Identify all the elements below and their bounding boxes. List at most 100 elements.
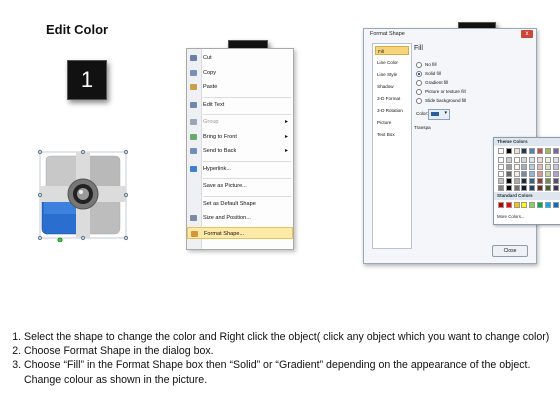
theme-color-swatch[interactable] bbox=[505, 164, 512, 170]
theme-color-swatch[interactable] bbox=[498, 157, 504, 163]
menu-item-format-shape[interactable]: Format Shape... bbox=[187, 226, 293, 239]
theme-color-swatch[interactable] bbox=[513, 157, 520, 163]
theme-color-swatch[interactable] bbox=[513, 185, 520, 191]
chevron-right-icon: ▸ bbox=[284, 148, 288, 154]
theme-color-swatch[interactable] bbox=[552, 157, 559, 163]
theme-color-swatch[interactable] bbox=[544, 185, 551, 191]
theme-color-swatch[interactable] bbox=[521, 164, 528, 170]
theme-color-swatch[interactable] bbox=[544, 178, 551, 184]
standard-color-swatch[interactable] bbox=[505, 202, 512, 208]
theme-color-swatch[interactable] bbox=[537, 164, 543, 170]
dialog-close-icon[interactable]: x bbox=[521, 30, 533, 38]
fill-option-label: Solid fill bbox=[425, 71, 441, 76]
sidebar-item-3-d-format[interactable]: 3-D Format bbox=[375, 94, 409, 103]
bring-front-icon bbox=[190, 133, 197, 140]
color-picker-button[interactable]: ▾ bbox=[428, 109, 450, 120]
sidebar-item-line-style[interactable]: Line Style bbox=[375, 70, 409, 79]
sidebar-item-3-d-rotation[interactable]: 3-D Rotation bbox=[375, 106, 409, 115]
sidebar-item-shadow[interactable]: Shadow bbox=[375, 82, 409, 91]
theme-color-swatch[interactable] bbox=[513, 178, 520, 184]
menu-item-bring-to-front[interactable]: Bring to Front ▸ bbox=[187, 131, 293, 143]
theme-color-swatch[interactable] bbox=[505, 157, 512, 163]
chevron-down-icon: ▾ bbox=[444, 110, 447, 116]
menu-item-label: Cut bbox=[203, 55, 212, 61]
selected-shape-graphic[interactable] bbox=[36, 148, 130, 243]
menu-item-edit-text[interactable]: Edit Text bbox=[187, 99, 293, 111]
menu-item-save-as-picture[interactable]: Save as Picture... bbox=[187, 180, 293, 192]
theme-color-swatch[interactable] bbox=[529, 171, 536, 177]
theme-color-swatch[interactable] bbox=[552, 171, 559, 177]
standard-color-swatch[interactable] bbox=[537, 202, 543, 208]
size-icon bbox=[190, 215, 197, 221]
theme-color-swatch[interactable] bbox=[505, 148, 512, 154]
theme-color-swatch[interactable] bbox=[552, 148, 559, 154]
menu-item-paste[interactable]: Paste bbox=[187, 81, 293, 93]
theme-color-swatch[interactable] bbox=[529, 178, 536, 184]
fill-option-no-fill[interactable]: No fill bbox=[416, 61, 437, 69]
theme-color-swatch[interactable] bbox=[537, 171, 543, 177]
more-colors-link[interactable]: More Colors... bbox=[497, 214, 525, 219]
theme-color-swatch[interactable] bbox=[544, 157, 551, 163]
theme-color-swatch[interactable] bbox=[529, 157, 536, 163]
theme-color-swatch[interactable] bbox=[521, 148, 528, 154]
fill-option-label: Picture or texture fill bbox=[425, 89, 466, 94]
theme-color-swatch[interactable] bbox=[513, 164, 520, 170]
theme-color-swatch[interactable] bbox=[544, 164, 551, 170]
theme-color-swatch[interactable] bbox=[498, 148, 504, 154]
theme-color-swatch[interactable] bbox=[529, 164, 536, 170]
standard-color-swatch[interactable] bbox=[521, 202, 528, 208]
sidebar-item-fill[interactable]: Fill bbox=[375, 46, 409, 55]
theme-color-swatch[interactable] bbox=[505, 171, 512, 177]
theme-color-swatch[interactable] bbox=[498, 171, 504, 177]
theme-color-swatch[interactable] bbox=[521, 157, 528, 163]
theme-color-swatch[interactable] bbox=[513, 171, 520, 177]
menu-item-size-and-position[interactable]: Size and Position... bbox=[187, 212, 293, 224]
theme-color-swatch[interactable] bbox=[498, 178, 504, 184]
theme-color-swatch[interactable] bbox=[521, 178, 528, 184]
standard-color-swatch[interactable] bbox=[529, 202, 536, 208]
theme-color-swatch[interactable] bbox=[552, 178, 559, 184]
instruction-step: Select the shape to change the color and… bbox=[24, 330, 556, 344]
theme-color-swatch[interactable] bbox=[552, 185, 559, 191]
theme-color-swatch[interactable] bbox=[498, 185, 504, 191]
menu-item-hyperlink[interactable]: Hyperlink... bbox=[187, 163, 293, 175]
sidebar-item-text-box[interactable]: Text Box bbox=[375, 130, 409, 139]
menu-item-send-to-back[interactable]: Send to Back ▸ bbox=[187, 145, 293, 157]
theme-color-swatch[interactable] bbox=[521, 171, 528, 177]
format-shape-dialog: Format Shape x Fill Line Color Line Style S… bbox=[363, 28, 560, 264]
sidebar-item-line-color[interactable]: Line Color bbox=[375, 58, 409, 67]
standard-color-swatch[interactable] bbox=[544, 202, 551, 208]
theme-color-swatch[interactable] bbox=[544, 171, 551, 177]
theme-color-swatch[interactable] bbox=[552, 164, 559, 170]
theme-color-swatch[interactable] bbox=[537, 148, 543, 154]
theme-color-swatch[interactable] bbox=[537, 157, 543, 163]
theme-color-swatch[interactable] bbox=[544, 148, 551, 154]
fill-option-slide-background-fill[interactable]: Slide background fill bbox=[416, 97, 466, 105]
fill-option-picture-or-texture-fill[interactable]: Picture or texture fill bbox=[416, 88, 466, 96]
standard-color-swatch[interactable] bbox=[498, 202, 504, 208]
paint-bucket-icon bbox=[431, 112, 439, 116]
menu-item-group[interactable]: Group ▸ bbox=[187, 116, 293, 128]
theme-color-swatch[interactable] bbox=[537, 185, 543, 191]
theme-color-swatch[interactable] bbox=[505, 178, 512, 184]
theme-color-swatch[interactable] bbox=[498, 164, 504, 170]
menu-item-label: Paste bbox=[203, 84, 218, 90]
menu-item-label: Copy bbox=[203, 69, 217, 76]
menu-item-cut[interactable]: Cut bbox=[187, 52, 293, 64]
theme-color-swatch[interactable] bbox=[505, 185, 512, 191]
menu-item-copy[interactable]: Copy bbox=[187, 67, 293, 79]
theme-color-swatch[interactable] bbox=[529, 148, 536, 154]
sidebar-item-picture[interactable]: Picture bbox=[375, 118, 409, 127]
fill-option-gradient-fill[interactable]: Gradient fill bbox=[416, 79, 448, 87]
theme-color-swatch[interactable] bbox=[513, 148, 520, 154]
theme-color-swatch[interactable] bbox=[537, 178, 543, 184]
theme-color-swatch[interactable] bbox=[529, 185, 536, 191]
radio-icon bbox=[416, 79, 422, 86]
standard-color-swatch[interactable] bbox=[552, 202, 559, 208]
standard-color-swatch[interactable] bbox=[513, 202, 520, 208]
close-button[interactable]: Close bbox=[492, 245, 528, 257]
paste-icon bbox=[190, 84, 197, 90]
fill-option-solid-fill[interactable]: Solid fill bbox=[416, 70, 441, 78]
menu-item-set-as-default-shape[interactable]: Set as Default Shape bbox=[187, 198, 293, 210]
theme-color-swatch[interactable] bbox=[521, 185, 528, 191]
